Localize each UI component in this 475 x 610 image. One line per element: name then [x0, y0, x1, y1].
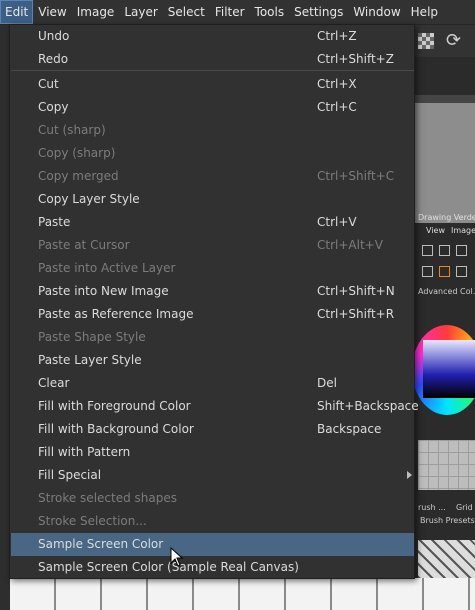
menu-edit[interactable]: Edit [0, 0, 34, 24]
menu-item-label: Copy (sharp) [38, 146, 116, 160]
menu-item-fill-background[interactable]: Fill with Background Color Backspace [11, 418, 414, 441]
menu-item-paste[interactable]: Paste Ctrl+V [11, 211, 414, 234]
docker-tabs: View Image [418, 226, 475, 240]
submenu-arrow-icon [407, 471, 412, 479]
menu-filter[interactable]: Filter [210, 0, 250, 24]
menu-item-shortcut: Ctrl+Alt+V [317, 238, 383, 252]
tab-brush[interactable]: rush ... [418, 503, 446, 512]
menu-item-sample-screen-color-real-canvas[interactable]: Sample Screen Color (Sample Real Canvas) [11, 556, 414, 579]
menu-item-shortcut: Ctrl+Shift+R [317, 307, 395, 321]
menu-item-cut[interactable]: Cut Ctrl+X [11, 73, 414, 96]
menu-item-stroke-selected-shapes[interactable]: Stroke selected shapes [11, 487, 414, 510]
docker-toolbar [418, 243, 475, 283]
menu-item-shortcut: Del [317, 376, 337, 390]
docker-tool-icon[interactable] [422, 266, 433, 277]
menu-item-label: Fill with Background Color [38, 422, 194, 436]
mouse-cursor-icon [170, 547, 184, 567]
menu-item-label: Sample Screen Color (Sample Real Canvas) [38, 560, 299, 574]
menu-image[interactable]: Image [72, 0, 120, 24]
menu-item-shortcut: Shift+Backspace [317, 399, 419, 413]
menu-item-label: Copy merged [38, 169, 119, 183]
menu-item-clear[interactable]: Clear Del [11, 372, 414, 395]
menu-tools[interactable]: Tools [250, 0, 290, 24]
menu-item-shortcut: Ctrl+C [317, 100, 357, 114]
menu-item-label: Paste [38, 215, 71, 229]
menu-item-fill-foreground[interactable]: Fill with Foreground Color Shift+Backspa… [11, 395, 419, 418]
brush-preset-grid[interactable] [418, 540, 475, 578]
menu-item-paste-at-cursor[interactable]: Paste at Cursor Ctrl+Alt+V [11, 234, 414, 257]
menu-item-shortcut: Ctrl+X [317, 77, 357, 91]
menu-item-stroke-selection[interactable]: Stroke Selection... [11, 510, 414, 533]
menu-item-paste-into-new-image[interactable]: Paste into New Image Ctrl+Shift+N [11, 280, 414, 303]
menu-item-fill-pattern[interactable]: Fill with Pattern [11, 441, 414, 464]
menu-item-copy-merged[interactable]: Copy merged Ctrl+Shift+C [11, 165, 414, 188]
menu-item-label: Paste into Active Layer [38, 261, 176, 275]
docker-title: Drawing Verde D [418, 213, 475, 222]
menu-item-copy[interactable]: Copy Ctrl+C [11, 96, 414, 119]
menu-item-sample-screen-color[interactable]: Sample Screen Color [11, 533, 414, 556]
menu-item-label: Fill Special [38, 468, 102, 482]
menu-select[interactable]: Select [163, 0, 210, 24]
brush-strip[interactable] [10, 578, 475, 610]
brush-presets-label[interactable]: Brush Presets [420, 516, 475, 525]
menu-item-shortcut: Ctrl+Shift+Z [317, 52, 394, 66]
menu-item-paste-into-active-layer[interactable]: Paste into Active Layer [11, 257, 414, 280]
menu-item-copy-layer-style[interactable]: Copy Layer Style [11, 188, 414, 211]
menu-item-label: Paste into New Image [38, 284, 169, 298]
menu-item-redo[interactable]: Redo Ctrl+Shift+Z [11, 48, 414, 71]
menu-item-label: Stroke Selection... [38, 514, 147, 528]
tab-grid[interactable]: Grid [456, 503, 473, 512]
docker-tool-icon[interactable] [422, 245, 433, 256]
canvas-area[interactable] [415, 95, 475, 223]
menu-item-label: Sample Screen Color [38, 537, 164, 551]
color-swatches[interactable] [418, 440, 475, 490]
menubar: Edit View Image Layer Select Filter Tool… [0, 0, 475, 25]
menu-item-label: Stroke selected shapes [38, 491, 177, 505]
docker-tool-icon[interactable] [439, 245, 450, 256]
menu-item-label: Cut (sharp) [38, 123, 106, 137]
menu-settings[interactable]: Settings [289, 0, 348, 24]
tab-view[interactable]: View [426, 226, 445, 240]
transparency-checker-icon[interactable] [418, 33, 434, 49]
menu-item-paste-as-reference-image[interactable]: Paste as Reference Image Ctrl+Shift+R [11, 303, 414, 326]
menu-view[interactable]: View [33, 0, 71, 24]
menu-item-shortcut: Ctrl+Shift+N [317, 284, 395, 298]
menu-item-undo[interactable]: Undo Ctrl+Z [11, 25, 414, 48]
docker-tool-icon[interactable] [456, 266, 467, 277]
reload-icon[interactable]: ⟳ [446, 32, 461, 50]
menu-item-label: Paste as Reference Image [38, 307, 194, 321]
menu-item-label: Clear [38, 376, 70, 390]
menu-item-label: Paste Shape Style [38, 330, 146, 344]
menu-item-label: Copy [38, 100, 69, 114]
menu-item-copy-sharp[interactable]: Copy (sharp) [11, 142, 414, 165]
advanced-color-tab[interactable]: Advanced Col... [418, 287, 475, 296]
menu-item-paste-shape-style[interactable]: Paste Shape Style [11, 326, 414, 349]
menu-item-shortcut: Ctrl+V [317, 215, 357, 229]
menu-separator [11, 70, 414, 71]
menu-item-shortcut: Backspace [317, 422, 382, 436]
menu-help[interactable]: Help [406, 0, 443, 24]
menu-item-label: Copy Layer Style [38, 192, 140, 206]
menu-item-label: Cut [38, 77, 59, 91]
menu-window[interactable]: Window [348, 0, 405, 24]
color-square[interactable] [423, 340, 475, 398]
menu-item-label: Fill with Foreground Color [38, 399, 191, 413]
menu-item-shortcut: Ctrl+Shift+C [317, 169, 395, 183]
edit-menu-dropdown: Undo Ctrl+Z Redo Ctrl+Shift+Z Cut Ctrl+X… [9, 24, 419, 579]
docker-tool-icon[interactable] [439, 266, 450, 277]
top-toolbar: ⟳ [410, 25, 475, 57]
menu-item-label: Paste Layer Style [38, 353, 142, 367]
menu-item-paste-layer-style[interactable]: Paste Layer Style [11, 349, 414, 372]
tab-image[interactable]: Image [451, 226, 475, 240]
menu-item-cut-sharp[interactable]: Cut (sharp) [11, 119, 414, 142]
brush-tabs: rush ... Grid [418, 503, 473, 512]
menu-layer[interactable]: Layer [119, 0, 162, 24]
menu-item-fill-special[interactable]: Fill Special [11, 464, 414, 487]
menu-item-label: Fill with Pattern [38, 445, 131, 459]
menu-item-label: Undo [38, 29, 70, 43]
docker-tool-icon[interactable] [456, 245, 467, 256]
menu-item-label: Paste at Cursor [38, 238, 130, 252]
menu-item-shortcut: Ctrl+Z [317, 29, 357, 43]
menu-item-label: Redo [38, 52, 69, 66]
